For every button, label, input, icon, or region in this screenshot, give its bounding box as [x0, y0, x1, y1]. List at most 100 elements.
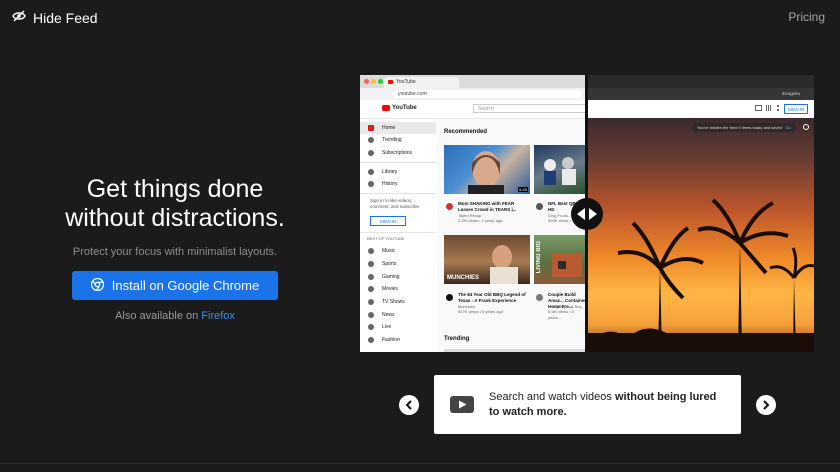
firefox-link[interactable]: Firefox [201, 310, 235, 322]
sidebar-item-label: History [382, 181, 398, 187]
sidebar-item-label: TV Shows [382, 299, 405, 305]
video-title: The 84 Year Old BBQ Legend of Texas - A … [458, 292, 526, 303]
feature-text: Search and watch videos without being lu… [489, 390, 729, 420]
sidebar-signin-button: SIGN IN [370, 216, 406, 226]
sidebar-item-label: Trending [382, 137, 402, 143]
brand-logo[interactable]: Hide Feed [12, 9, 98, 27]
sports-icon [368, 261, 374, 267]
youtube-logo: YouTube [382, 105, 417, 111]
channel-avatar [536, 294, 543, 301]
sidebar-item-label: Gaming [382, 274, 400, 280]
sidebar-item-news: News [360, 309, 436, 321]
sidebar-item-label: Sports [382, 261, 397, 267]
library-icon [368, 169, 374, 175]
incognito-label: Incognito [781, 91, 800, 96]
also-available: Also available on Firefox [40, 310, 310, 322]
next-slide-button[interactable] [756, 395, 776, 415]
chevron-right-icon [763, 400, 770, 410]
sidebar-divider [360, 162, 436, 163]
home-icon [368, 125, 374, 131]
youtube-header-hidden: SIGN IN [588, 100, 814, 118]
feature-card: Search and watch videos without being lu… [434, 375, 741, 434]
football-players-icon [544, 157, 576, 185]
channel-avatar [536, 203, 543, 210]
video-thumbnail [534, 145, 586, 194]
previous-slide-button[interactable] [399, 395, 419, 415]
youtube-logo-icon [382, 105, 390, 111]
subscriptions-icon [368, 150, 374, 156]
brand-name: Hide Feed [33, 10, 98, 26]
video-thumbnail: LIVING BIG [534, 235, 586, 284]
sidebar-item-label: Home [382, 125, 396, 131]
trending-heading: Trending [444, 336, 470, 342]
sidebar-item-library: Library [360, 166, 436, 178]
youtube-header: YouTube Search [360, 100, 586, 119]
youtube-sidebar: Home Trending Subscriptions Library Hist… [360, 119, 436, 352]
hidden-feed-notice: You've hidden the feed 4 times today and… [692, 123, 796, 132]
video-duration: 6:45 [518, 187, 528, 192]
hero-subtitle: Protect your focus with minimalist layou… [72, 246, 278, 258]
thumbnail-caption: MUNCHIES [447, 275, 480, 281]
signin-prompt: Sign in to like videos, comment, and sub… [370, 198, 421, 209]
video-thumbnail: MUNCHIES [444, 235, 530, 284]
sidebar-item-home: Home [360, 122, 436, 134]
sidebar-divider [360, 193, 436, 194]
video-meta: 927K views • 5 years ago [458, 309, 503, 314]
drag-arrows-icon [577, 208, 597, 220]
channel-avatar [446, 203, 453, 210]
upload-icon [755, 105, 762, 111]
youtube-feed: Recommended 6:45 Mom SHAKING with FEAR L… [437, 119, 586, 352]
url-field: youtube.com [392, 90, 582, 98]
sidebar-item-fashion: Fashion [360, 334, 436, 346]
history-icon [368, 181, 374, 187]
pricing-link[interactable]: Pricing [788, 10, 825, 24]
browser-url-bar-dark: Incognito [588, 88, 814, 100]
sidebar-item-label: Movies [382, 286, 398, 292]
news-icon [368, 312, 374, 318]
install-chrome-button[interactable]: Install on Google Chrome [72, 271, 278, 300]
sidebar-item-sports: Sports [360, 258, 436, 270]
music-icon [368, 248, 374, 254]
sidebar-item-label: Fashion [382, 337, 400, 343]
notice-text: You've hidden the feed 4 times today and… [697, 125, 782, 130]
best-of-heading: BEST OF YOUTUBE [367, 236, 405, 241]
video-meta: 5.6M views • 3 years... [548, 309, 574, 320]
flame-icon [368, 137, 374, 143]
movies-icon [368, 286, 374, 292]
also-available-text: Also available on [115, 310, 199, 322]
hero-section: Get things done without distractions. Pr… [40, 175, 310, 258]
minimize-dot-icon [371, 79, 376, 84]
top-bar: Hide Feed Pricing [0, 0, 840, 34]
sidebar-item-label: News [382, 312, 395, 318]
sidebar-item-trending: Trending [360, 134, 436, 146]
settings-gear-icon [803, 124, 809, 130]
hero-title-line1: Get things done [86, 175, 264, 203]
tab-title: YouTube [396, 79, 416, 85]
palm-trees-icon [588, 198, 814, 352]
sidebar-item-live: Live [360, 321, 436, 333]
apps-grid-icon [766, 105, 772, 111]
page-divider [0, 463, 840, 464]
sidebar-item-label: Live [382, 324, 392, 330]
sidebar-item-history: History [360, 178, 436, 190]
live-icon [368, 324, 374, 330]
sidebar-item-label: Music [382, 248, 396, 254]
notice-link: · Go [783, 125, 791, 130]
comparison-slider-handle[interactable] [571, 198, 603, 230]
sidebar-item-gaming: Gaming [360, 271, 436, 283]
sidebar-item-subscriptions: Subscriptions [360, 147, 436, 159]
sunset-background-image: You've hidden the feed 4 times today and… [588, 118, 814, 352]
header-signin-button: SIGN IN [784, 104, 808, 114]
thumbnail-caption: LIVING BIG [536, 241, 542, 274]
youtube-logo-text: YouTube [392, 105, 417, 111]
youtube-favicon-icon [388, 80, 393, 84]
video-thumbnail: 6:45 [444, 145, 530, 194]
feature-text-plain: Search and watch videos [489, 391, 615, 403]
sidebar-item-movies: Movies [360, 283, 436, 295]
trending-row-placeholder [444, 349, 586, 352]
video-play-icon [450, 396, 474, 418]
chrome-icon [90, 277, 104, 294]
video-title: Mom SHAKING with FEAR Leaves Crowd in TE… [458, 201, 517, 212]
video-meta: 2.2M views • 2 years ago [458, 218, 503, 223]
install-chrome-label: Install on Google Chrome [111, 278, 260, 293]
